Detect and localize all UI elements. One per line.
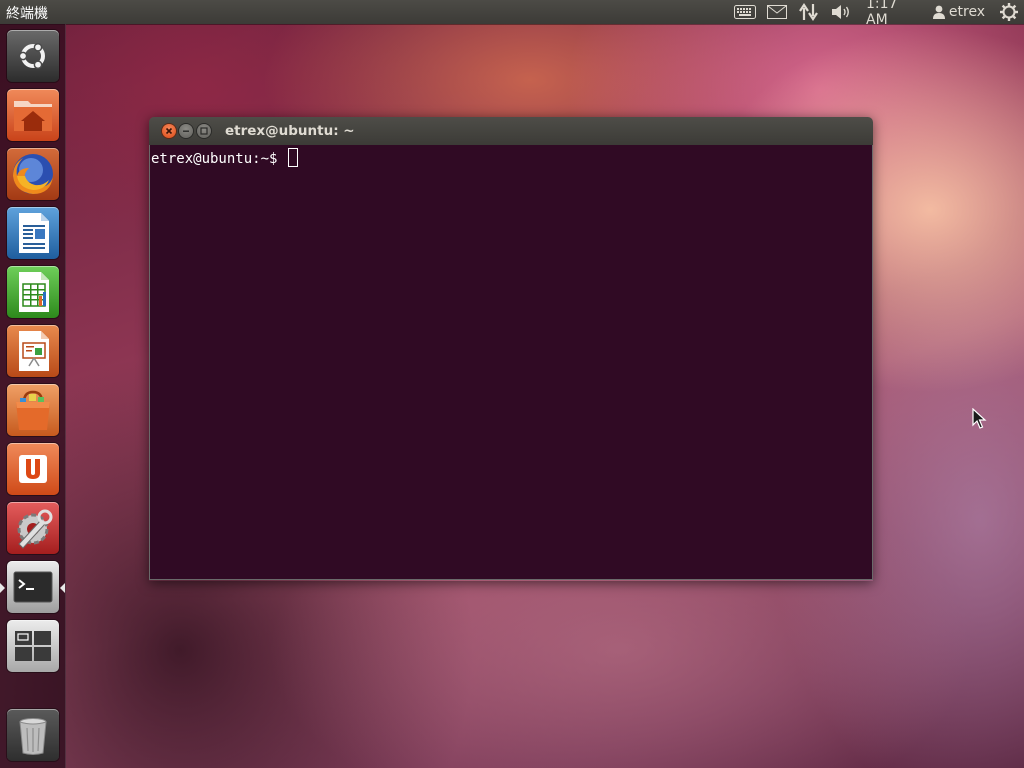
network-icon[interactable] [796, 0, 822, 24]
user-name: etrex [948, 4, 986, 20]
launcher-libreoffice-calc[interactable] [7, 266, 59, 318]
writer-icon [19, 213, 49, 253]
text-cursor [287, 148, 298, 167]
minimize-button[interactable] [179, 124, 193, 138]
mail-icon[interactable] [764, 0, 790, 24]
launcher-home-folder[interactable] [7, 89, 59, 141]
firefox-icon [13, 154, 53, 194]
launcher-libreoffice-writer[interactable] [7, 207, 59, 259]
calc-icon [19, 272, 49, 312]
user-menu[interactable]: etrex [930, 0, 988, 24]
launcher-firefox[interactable] [7, 148, 59, 200]
terminal-window[interactable]: etrex@ubuntu: ~ etrex@ubuntu:~$ [149, 117, 873, 581]
clock[interactable]: 1:17 AM [866, 0, 922, 28]
prompt-line: etrex@ubuntu:~$ [151, 148, 298, 167]
close-icon [165, 127, 173, 135]
window-title: etrex@ubuntu: ~ [225, 123, 355, 139]
launcher-workspace-switcher[interactable] [7, 620, 59, 672]
launcher-system-settings[interactable] [7, 502, 59, 554]
launcher-libreoffice-impress[interactable] [7, 325, 59, 377]
user-icon [932, 5, 945, 19]
active-app-indicator [0, 583, 5, 593]
launcher [0, 24, 66, 768]
launcher-terminal[interactable] [7, 561, 59, 613]
focused-app-indicator [60, 583, 65, 593]
terminal-icon [13, 571, 53, 603]
app-menu-title[interactable]: 終端機 [6, 3, 48, 23]
minimize-icon [183, 130, 189, 132]
power-icon[interactable] [996, 0, 1022, 24]
launcher-trash[interactable] [7, 709, 59, 761]
trash-icon [19, 718, 47, 755]
keyboard-icon[interactable] [732, 0, 758, 24]
settings-icon [17, 509, 53, 549]
top-panel: 終端機 1:17 AM etrex [0, 0, 1024, 28]
terminal-content[interactable]: etrex@ubuntu:~$ [149, 145, 873, 580]
maximize-button[interactable] [197, 124, 211, 138]
workspace-icon [15, 631, 51, 661]
ubuntu-one-icon [19, 455, 47, 483]
mouse-pointer-icon [972, 408, 987, 429]
ubuntu-logo-icon [18, 42, 45, 70]
launcher-ubuntu-one[interactable] [7, 443, 59, 495]
shell-prompt: etrex@ubuntu:~$ [151, 151, 286, 167]
volume-icon[interactable] [828, 0, 854, 24]
launcher-software-center[interactable] [7, 384, 59, 436]
software-center-icon [16, 390, 50, 430]
launcher-dash-home[interactable] [7, 30, 59, 82]
impress-icon [19, 331, 49, 371]
maximize-icon [200, 127, 208, 135]
home-folder-icon [14, 101, 52, 131]
close-button[interactable] [162, 124, 176, 138]
window-titlebar[interactable]: etrex@ubuntu: ~ [149, 117, 873, 145]
